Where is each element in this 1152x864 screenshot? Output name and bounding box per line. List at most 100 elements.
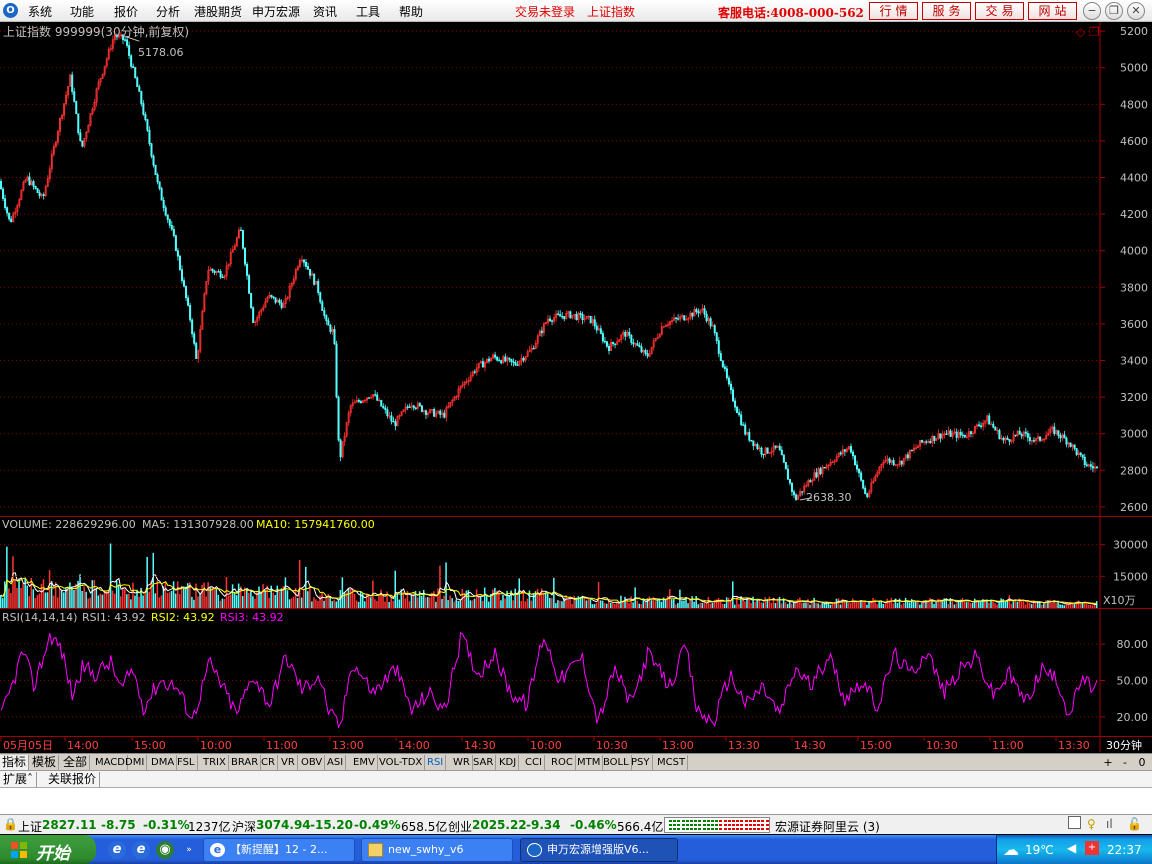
indicator-tab-rsi[interactable]: RSI bbox=[425, 755, 447, 770]
tab-templates[interactable]: 模板 bbox=[30, 755, 60, 770]
indicator-tab-obv[interactable]: OBV bbox=[299, 755, 326, 770]
indicator-tab-wr[interactable]: WR bbox=[451, 755, 473, 770]
volume-bar bbox=[272, 592, 274, 608]
server-name[interactable]: 宏源证券阿里云 (3) bbox=[775, 818, 880, 835]
tray-app-icon[interactable]: + bbox=[1085, 841, 1099, 855]
volume-bar bbox=[229, 594, 232, 608]
indicator-tab-kdj[interactable]: KDJ bbox=[497, 755, 520, 770]
breadth-cell bbox=[736, 824, 740, 826]
indicator-tab-dma[interactable]: DMA bbox=[149, 755, 178, 770]
breadth-cell bbox=[669, 828, 672, 830]
temperature-label[interactable]: 19℃ bbox=[1025, 843, 1054, 857]
indicator-tab-psy[interactable]: PSY bbox=[629, 755, 653, 770]
kline-chart[interactable]: 5200 5000 4800 4600 4400 4200 4000 3800 3600 3400… bbox=[0, 22, 1152, 752]
breadth-cell bbox=[681, 824, 685, 826]
tab-related-quotes[interactable]: 关联报价 bbox=[45, 772, 101, 787]
indicator-tab-vr[interactable]: VR bbox=[279, 755, 298, 770]
start-button[interactable]: 开始 bbox=[0, 835, 96, 864]
volume-bar bbox=[967, 601, 970, 608]
indicator-tab-cci[interactable]: CCI bbox=[523, 755, 545, 770]
task-browser[interactable]: e 【新提醒】12 - 2... bbox=[203, 838, 355, 862]
ie-icon[interactable]: e bbox=[108, 841, 126, 859]
app-quicklaunch-icon[interactable]: ◉ bbox=[156, 841, 174, 859]
candle-body bbox=[166, 214, 169, 220]
candle-body bbox=[278, 299, 281, 304]
task-trading-app[interactable]: 申万宏源增强版V6... bbox=[520, 838, 678, 862]
candle-body bbox=[376, 394, 379, 401]
indicator-tab-sar[interactable]: SAR bbox=[471, 755, 497, 770]
chart-corner-icon[interactable]: ◇ bbox=[1076, 25, 1086, 39]
clock[interactable]: 22:37 bbox=[1107, 843, 1142, 857]
tab-indicators[interactable]: 指标 bbox=[0, 755, 30, 770]
volume-bar bbox=[111, 590, 114, 608]
cy-name: 创业 bbox=[448, 820, 473, 834]
volume-bar bbox=[815, 602, 817, 608]
indicator-tab-brar[interactable]: BRAR bbox=[229, 755, 262, 770]
indicator-tab-trix[interactable]: TRIX bbox=[201, 755, 229, 770]
menu-hk-futures[interactable]: 港股期货 bbox=[194, 3, 242, 20]
indicator-tab-mtm[interactable]: MTM bbox=[575, 755, 604, 770]
lock-icon[interactable]: 🔒 bbox=[3, 817, 18, 831]
lamp-icon[interactable]: ♀ bbox=[1087, 817, 1096, 831]
indicator-tab-emv[interactable]: EMV bbox=[351, 755, 378, 770]
indicator-tab-mcst[interactable]: MCST bbox=[655, 755, 689, 770]
market-button[interactable]: 行情 bbox=[869, 2, 918, 20]
menu-tools[interactable]: 工具 bbox=[356, 3, 380, 20]
indicator-tab-boll[interactable]: BOLL bbox=[601, 755, 632, 770]
candle-body bbox=[327, 320, 330, 326]
volume-bar bbox=[400, 589, 403, 608]
menu-news[interactable]: 资讯 bbox=[313, 3, 337, 20]
website-button[interactable]: 网站 bbox=[1028, 2, 1077, 20]
lock-small-icon[interactable]: 🔓 bbox=[1127, 817, 1142, 831]
volume-bar bbox=[107, 591, 110, 608]
zoom-out-button[interactable]: - bbox=[1118, 755, 1132, 770]
price-tick-label: 3800 bbox=[1120, 281, 1148, 294]
close-icon[interactable]: ✕ bbox=[1127, 2, 1145, 20]
menu-help[interactable]: 帮助 bbox=[399, 3, 423, 20]
indicator-tab-roc[interactable]: ROC bbox=[549, 755, 576, 770]
chart-area[interactable]: 5200 5000 4800 4600 4400 4200 4000 3800 3600 3400… bbox=[0, 22, 1152, 752]
indicator-tab-fsl[interactable]: FSL bbox=[175, 755, 198, 770]
minimize-icon[interactable]: − bbox=[1083, 2, 1101, 20]
menu-swhy[interactable]: 申万宏源 bbox=[252, 3, 300, 20]
weather-cloud-icon[interactable]: ☁ bbox=[1003, 840, 1019, 859]
indicator-tab-asi[interactable]: ASI bbox=[325, 755, 347, 770]
menu-function[interactable]: 功能 bbox=[70, 3, 94, 20]
indicator-tab-dmi[interactable]: DMI bbox=[123, 755, 148, 770]
chart-window-icon[interactable]: ❐ bbox=[1089, 25, 1100, 39]
menu-quote[interactable]: 报价 bbox=[114, 3, 138, 20]
signal-icon[interactable]: ıl bbox=[1106, 817, 1113, 831]
candle-body bbox=[494, 354, 497, 358]
tab-all[interactable]: 全部 bbox=[61, 755, 91, 770]
reset-button[interactable]: 0 bbox=[1135, 755, 1149, 770]
volume-bar bbox=[750, 603, 752, 608]
menu-analysis[interactable]: 分析 bbox=[156, 3, 180, 20]
candle-body bbox=[6, 207, 9, 214]
service-button[interactable]: 服务 bbox=[922, 2, 971, 20]
app-logo-icon[interactable]: O bbox=[3, 3, 18, 18]
candle-body bbox=[481, 361, 484, 368]
price-axis: 5200 5000 4800 4600 4400 4200 4000 3800 3600 3400… bbox=[1100, 25, 1148, 514]
trade-button[interactable]: 交易 bbox=[975, 2, 1024, 20]
tray-arrow-icon[interactable]: ◀ bbox=[1067, 841, 1076, 855]
volume-bar bbox=[374, 599, 376, 608]
zoom-in-button[interactable]: + bbox=[1101, 755, 1115, 770]
indicator-tab-cr[interactable]: CR bbox=[259, 755, 278, 770]
menu-system[interactable]: 系统 bbox=[28, 3, 52, 20]
candle-body bbox=[250, 293, 253, 309]
candle-body bbox=[715, 332, 718, 341]
indicator-tab-vol-tdx[interactable]: VOL-TDX bbox=[377, 755, 426, 770]
task-folder[interactable]: new_swhy_v6 bbox=[361, 838, 513, 862]
candle-body bbox=[719, 353, 722, 362]
candle-body bbox=[921, 440, 924, 443]
show-more-icon[interactable]: » bbox=[180, 841, 198, 859]
login-status[interactable]: 交易未登录 bbox=[515, 3, 575, 20]
candle-body bbox=[612, 342, 615, 345]
candle-body bbox=[793, 491, 796, 496]
tab-expand[interactable]: 扩展ˆ bbox=[0, 772, 38, 787]
restore-icon[interactable]: ❐ bbox=[1105, 2, 1123, 20]
notes-icon[interactable] bbox=[1068, 816, 1081, 829]
ie-icon-2[interactable]: e bbox=[132, 841, 150, 859]
volume-bar bbox=[793, 602, 795, 608]
period-label[interactable]: 30分钟 bbox=[1106, 738, 1142, 752]
